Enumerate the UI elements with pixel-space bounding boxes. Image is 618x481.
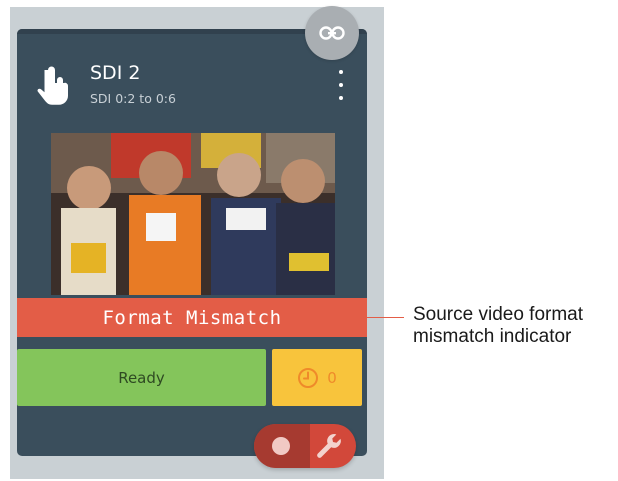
- more-vertical-icon-dot: [339, 70, 343, 74]
- ready-status-button[interactable]: Ready: [17, 349, 266, 406]
- touch-hand-icon[interactable]: [36, 66, 70, 106]
- annotation-line-1: Source video format: [413, 304, 584, 325]
- link-icon: [319, 26, 345, 40]
- more-vertical-icon-dot: [339, 83, 343, 87]
- clock-icon: [298, 367, 319, 388]
- source-subtitle: SDI 0:2 to 0:6: [90, 91, 176, 106]
- more-menu-button[interactable]: [334, 70, 348, 100]
- timer-button[interactable]: 0: [272, 349, 362, 406]
- more-vertical-icon-dot: [339, 96, 343, 100]
- annotation-line-2: mismatch indicator: [413, 326, 572, 347]
- source-title: SDI 2: [90, 62, 141, 84]
- wrench-icon[interactable]: [314, 431, 344, 461]
- stage: SDI 2 SDI 0:2 to 0:6 Format Mismatch Sou…: [0, 0, 618, 481]
- callout-line: [310, 317, 404, 318]
- video-preview[interactable]: [51, 133, 335, 295]
- preview-image: [51, 133, 335, 295]
- link-button[interactable]: [305, 6, 359, 60]
- record-dot-icon: [272, 437, 290, 455]
- callout-annotation: Source video format mismatch indicator: [413, 304, 583, 348]
- timer-count: 0: [327, 368, 337, 387]
